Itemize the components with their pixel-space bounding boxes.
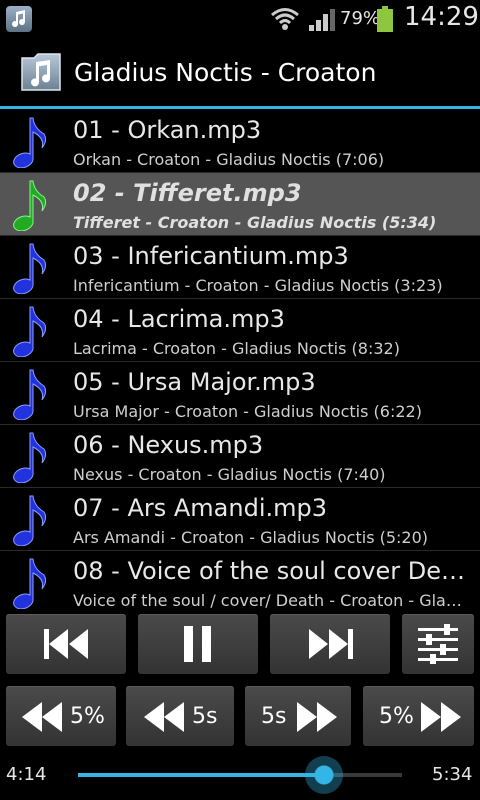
rewind-percent-button[interactable]: 5% <box>6 686 116 746</box>
next-track-button[interactable] <box>270 614 390 674</box>
album-folder-icon <box>21 53 61 91</box>
track-subtitle: Lacrima - Croaton - Gladius Noctis (8:32… <box>73 339 400 358</box>
track-title: 03 - Infericantium.mp3 <box>73 242 349 270</box>
title-divider <box>0 106 480 109</box>
track-subtitle: Ars Amandi - Croaton - Gladius Noctis (5… <box>73 528 429 547</box>
battery-icon <box>377 6 393 32</box>
track-row-6[interactable]: 06 - Nexus.mp3 Nexus - Croaton - Gladius… <box>0 425 480 488</box>
battery-percent: 79% <box>340 8 381 29</box>
track-row-5[interactable]: 05 - Ursa Major.mp3 Ursa Major - Croaton… <box>0 362 480 425</box>
track-title: 08 - Voice of the soul cover Death.mp3 <box>73 557 468 585</box>
forward-percent-label: 5% <box>379 704 414 729</box>
music-note-icon <box>13 180 47 231</box>
track-subtitle: Tifferet - Croaton - Gladius Noctis (5:3… <box>73 213 437 232</box>
status-bar: 79% 14:29 <box>0 0 480 38</box>
title-bar: Gladius Noctis - Croaton <box>0 38 480 106</box>
previous-track-button[interactable] <box>6 614 126 674</box>
track-subtitle: Infericantium - Croaton - Gladius Noctis… <box>73 276 443 295</box>
equalizer-button[interactable] <box>402 614 474 674</box>
rewind-seconds-button[interactable]: 5s <box>126 686 234 746</box>
seek-thumb[interactable] <box>305 756 344 794</box>
music-app-icon <box>6 6 32 32</box>
pause-button[interactable] <box>138 614 258 674</box>
pause-icon <box>184 626 211 662</box>
track-subtitle: Ursa Major - Croaton - Gladius Noctis (6… <box>73 402 422 421</box>
track-title: 05 - Ursa Major.mp3 <box>73 368 316 396</box>
wifi-icon <box>271 8 299 30</box>
track-row-8[interactable]: 08 - Voice of the soul cover Death.mp3 V… <box>0 551 480 612</box>
music-note-icon <box>13 369 47 420</box>
track-row-3[interactable]: 03 - Infericantium.mp3 Infericantium - C… <box>0 236 480 299</box>
clock: 14:29 <box>404 2 479 32</box>
current-time: 4:14 <box>6 764 47 785</box>
equalizer-icon <box>418 624 458 664</box>
previous-track-icon <box>44 629 88 659</box>
forward-seconds-button[interactable]: 5s <box>245 686 351 746</box>
music-note-icon <box>13 432 47 483</box>
track-subtitle: Voice of the soul / cover/ Death - Croat… <box>73 591 468 610</box>
fast-forward-icon <box>297 702 337 732</box>
track-row-4[interactable]: 04 - Lacrima.mp3 Lacrima - Croaton - Gla… <box>0 299 480 362</box>
music-note-icon <box>13 117 47 168</box>
forward-seconds-label: 5s <box>261 704 287 729</box>
music-note-icon <box>13 495 47 546</box>
next-track-icon <box>309 629 353 659</box>
track-row-1[interactable]: 01 - Orkan.mp3 Orkan - Croaton - Gladius… <box>0 110 480 173</box>
page-title: Gladius Noctis - Croaton <box>74 58 377 87</box>
seek-progress <box>78 773 325 777</box>
track-subtitle: Nexus - Croaton - Gladius Noctis (7:40) <box>73 465 386 484</box>
rewind-percent-label: 5% <box>70 704 105 729</box>
track-title: 07 - Ars Amandi.mp3 <box>73 494 328 522</box>
track-title: 01 - Orkan.mp3 <box>73 116 262 144</box>
music-note-icon <box>13 243 47 294</box>
rewind-icon <box>22 702 62 732</box>
track-title: 02 - Tifferet.mp3 <box>73 179 302 207</box>
track-title: 04 - Lacrima.mp3 <box>73 305 285 333</box>
music-note-icon <box>13 306 47 357</box>
track-subtitle: Orkan - Croaton - Gladius Noctis (7:06) <box>73 150 385 169</box>
forward-percent-button[interactable]: 5% <box>363 686 474 746</box>
track-row-2[interactable]: 02 - Tifferet.mp3 Tifferet - Croaton - G… <box>0 173 480 236</box>
fast-forward-icon <box>421 702 461 732</box>
track-title: 06 - Nexus.mp3 <box>73 431 264 459</box>
rewind-seconds-label: 5s <box>192 704 218 729</box>
track-list[interactable]: 01 - Orkan.mp3 Orkan - Croaton - Gladius… <box>0 110 480 612</box>
music-note-icon <box>13 558 47 609</box>
signal-icon <box>309 9 335 31</box>
total-time: 5:34 <box>432 764 473 785</box>
seek-bar[interactable] <box>78 773 402 777</box>
track-row-7[interactable]: 07 - Ars Amandi.mp3 Ars Amandi - Croaton… <box>0 488 480 551</box>
rewind-icon <box>144 702 184 732</box>
